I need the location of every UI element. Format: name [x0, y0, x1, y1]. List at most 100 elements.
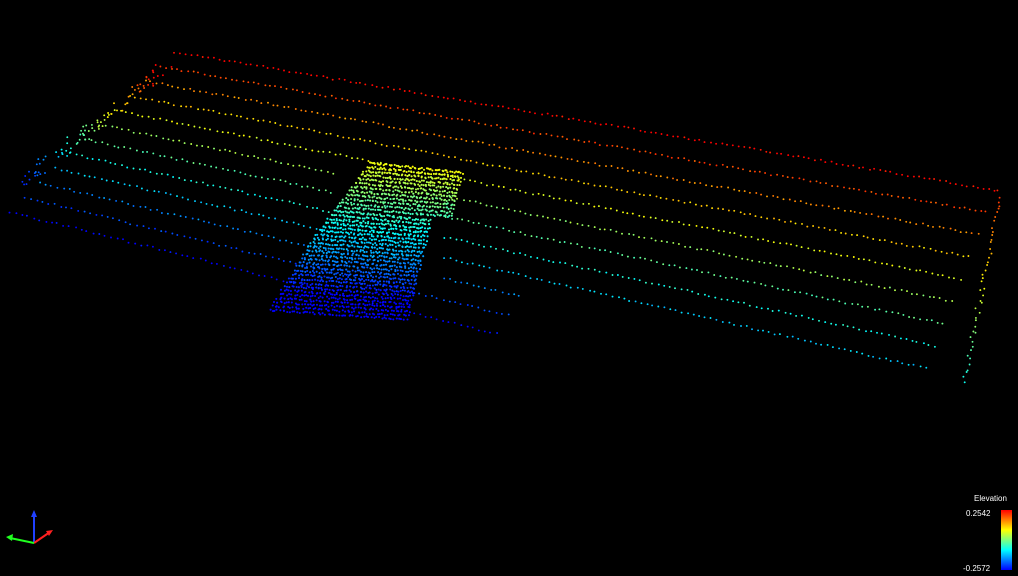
point [281, 199, 284, 202]
point [395, 249, 398, 252]
point [862, 166, 864, 169]
point [886, 193, 889, 196]
point [195, 144, 198, 147]
point [171, 85, 174, 88]
point [375, 187, 378, 190]
point [866, 305, 869, 308]
point [405, 229, 408, 232]
point [366, 276, 370, 279]
point-cloud[interactable] [0, 0, 1018, 576]
point [517, 273, 520, 275]
point [851, 302, 854, 305]
point [405, 220, 408, 224]
point [420, 176, 423, 179]
point [127, 241, 130, 244]
point [997, 201, 1000, 204]
point [388, 281, 391, 284]
point [900, 242, 903, 245]
point [349, 298, 352, 302]
point [678, 221, 680, 223]
point [316, 279, 319, 282]
point [332, 279, 335, 283]
point [303, 294, 306, 297]
point [353, 198, 356, 201]
point [346, 99, 349, 102]
point [343, 298, 346, 301]
point [170, 65, 173, 68]
point [726, 166, 729, 168]
point [415, 222, 418, 225]
point [683, 201, 686, 204]
point [98, 196, 101, 199]
point [146, 244, 149, 247]
point [391, 313, 394, 316]
point [363, 101, 366, 104]
point [471, 140, 474, 143]
point [778, 333, 781, 336]
point [348, 265, 351, 268]
point [684, 245, 687, 248]
point [176, 68, 178, 71]
point [363, 279, 366, 283]
point [811, 318, 814, 321]
point [424, 315, 427, 318]
point [406, 218, 409, 221]
point [306, 285, 309, 287]
point [317, 247, 320, 250]
point [993, 189, 996, 192]
point [342, 294, 346, 297]
point [303, 279, 306, 282]
point [542, 215, 544, 218]
point [403, 232, 406, 235]
point [489, 245, 492, 248]
point [286, 125, 289, 128]
point [390, 297, 393, 301]
point [391, 294, 394, 297]
point [721, 142, 724, 145]
point [350, 231, 353, 234]
point [965, 231, 968, 234]
point-cloud-viewport[interactable]: Elevation 0.2542 -0.2572 [0, 0, 1018, 576]
point [342, 239, 345, 242]
point [549, 154, 552, 157]
point [351, 303, 354, 306]
point [449, 178, 452, 181]
point [335, 214, 338, 217]
point [357, 257, 360, 260]
point [417, 242, 421, 245]
point [604, 207, 607, 210]
point [351, 228, 354, 231]
point [21, 180, 24, 183]
point [353, 224, 356, 227]
point [599, 185, 602, 188]
point [381, 219, 384, 222]
point [326, 76, 329, 79]
point [368, 272, 371, 275]
point [309, 303, 312, 306]
point [456, 188, 459, 191]
point [440, 115, 442, 118]
point [258, 213, 260, 216]
point [317, 287, 320, 290]
point [507, 293, 510, 296]
point [372, 276, 375, 279]
point [913, 316, 915, 319]
point [271, 256, 274, 259]
point [311, 294, 314, 297]
point [900, 288, 903, 291]
point [155, 135, 158, 137]
point [47, 203, 50, 205]
point [350, 282, 353, 285]
point [847, 164, 850, 167]
point [407, 261, 410, 264]
point [795, 314, 798, 317]
point [304, 270, 307, 273]
point [451, 170, 454, 173]
point [37, 158, 40, 161]
point [297, 269, 300, 272]
point [715, 164, 718, 167]
point [413, 254, 416, 257]
point [960, 278, 963, 281]
point [798, 177, 801, 180]
point [376, 280, 379, 283]
